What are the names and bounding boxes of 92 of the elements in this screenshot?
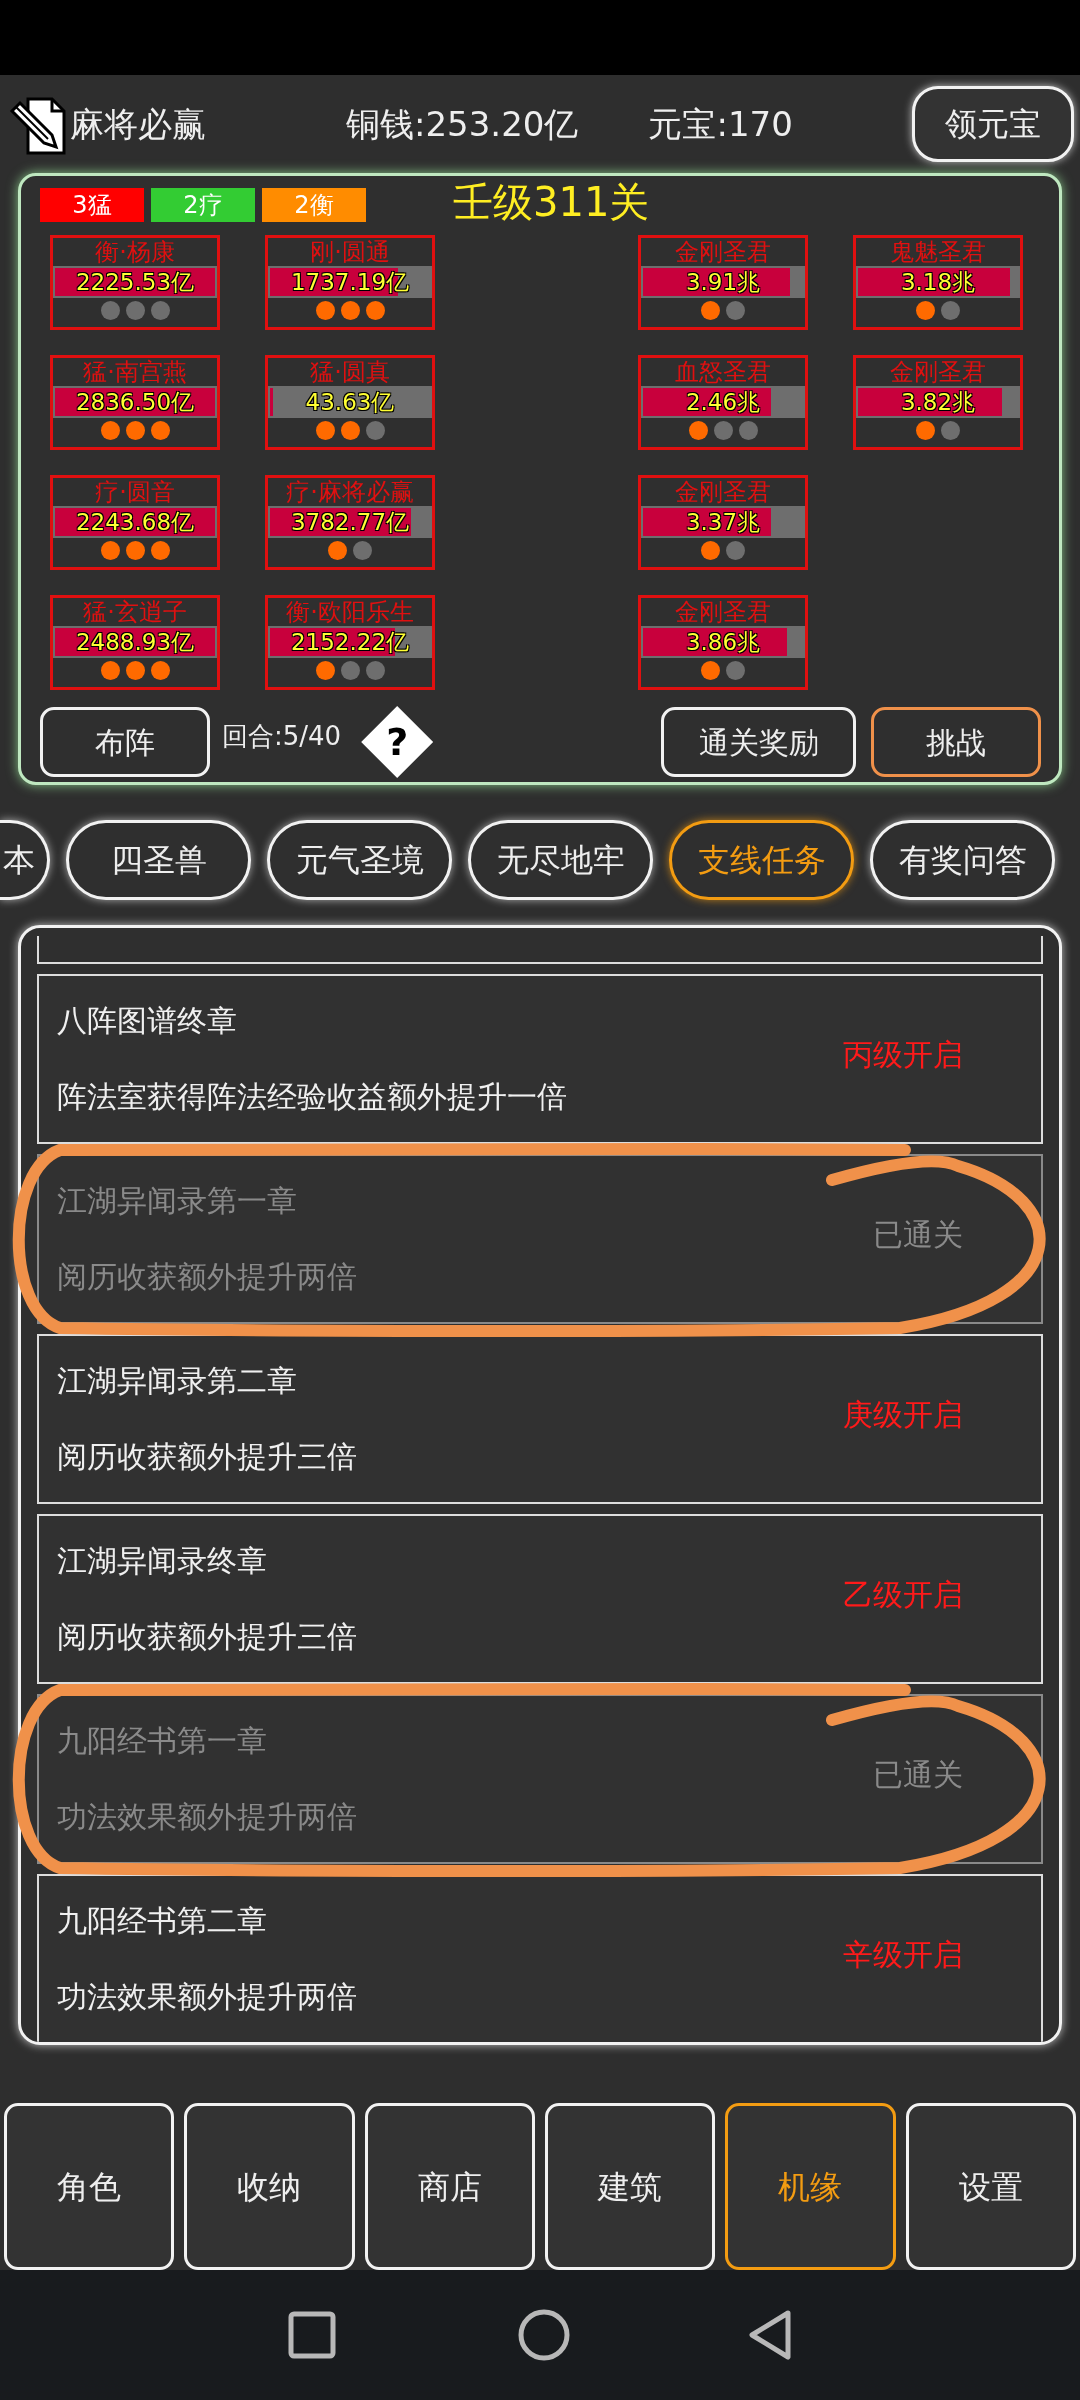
quest-card[interactable]: 江湖异闻录终章 阅历收获额外提升三倍 乙级开启 bbox=[37, 1514, 1043, 1684]
quest-description: 功法效果额外提升两倍 bbox=[57, 1978, 357, 2016]
challenge-button[interactable]: 挑战 bbox=[871, 707, 1041, 777]
quest-description: 功法效果额外提升两倍 bbox=[57, 1798, 357, 1836]
enemy-card[interactable]: 金刚圣君 3.91兆 bbox=[638, 235, 808, 330]
unit-name: 金刚圣君 bbox=[890, 358, 986, 386]
health-value: 3782.77亿 bbox=[289, 508, 411, 537]
unit-name: 猛·玄逍子 bbox=[83, 598, 187, 626]
unit-name: 刚·圆通 bbox=[310, 238, 390, 266]
nav-button[interactable]: 角色 bbox=[4, 2103, 175, 2270]
health-value: 2.46兆 bbox=[684, 388, 762, 417]
claim-ingot-button[interactable]: 领元宝 bbox=[912, 86, 1074, 162]
quest-description: 阅历收获额外提升三倍 bbox=[57, 1438, 357, 1476]
quest-title: 江湖异闻录第一章 bbox=[57, 1182, 298, 1220]
unit-name: 金刚圣君 bbox=[675, 598, 771, 626]
quest-status: 乙级开启 bbox=[843, 1575, 963, 1614]
unit-name: 猛·南宫燕 bbox=[83, 358, 187, 386]
quest-status: 庚级开启 bbox=[843, 1395, 963, 1434]
quest-status: 辛级开启 bbox=[843, 1935, 963, 1974]
health-value: 2836.50亿 bbox=[74, 388, 196, 417]
health-value: 3.91兆 bbox=[684, 268, 762, 297]
nav-button[interactable]: 机缘 bbox=[725, 2103, 896, 2270]
quest-title: 九阳经书第一章 bbox=[57, 1722, 268, 1760]
quest-card[interactable]: 九阳经书第二章 功法效果额外提升两倍 辛级开启 bbox=[37, 1874, 1043, 2042]
quest-card[interactable]: 江湖异闻录第二章 阅历收获额外提升三倍 庚级开启 bbox=[37, 1334, 1043, 1504]
unit-name: 金刚圣君 bbox=[675, 238, 771, 266]
category-tab[interactable]: 四圣兽 bbox=[66, 820, 251, 900]
quest-status: 丙级开启 bbox=[843, 1035, 963, 1074]
team-tag: 3猛 bbox=[40, 188, 144, 222]
category-tab[interactable]: 本 bbox=[0, 820, 50, 900]
copper-balance: 铜钱:253.20亿 bbox=[346, 102, 579, 146]
health-value: 43.63亿 bbox=[304, 388, 396, 417]
ally-card[interactable]: 猛·南宫燕 2836.50亿 bbox=[50, 355, 220, 450]
enemy-card[interactable]: 血怒圣君 2.46兆 bbox=[638, 355, 808, 450]
health-value: 2225.53亿 bbox=[74, 268, 196, 297]
quest-status: 已通关 bbox=[873, 1215, 963, 1254]
health-value: 2243.68亿 bbox=[74, 508, 196, 537]
health-value: 1737.19亿 bbox=[289, 268, 411, 297]
nav-button[interactable]: 商店 bbox=[364, 2103, 535, 2270]
quest-status: 已通关 bbox=[873, 1755, 963, 1794]
category-tab[interactable]: 有奖问答 bbox=[870, 820, 1055, 900]
ally-card[interactable]: 刚·圆通 1737.19亿 bbox=[265, 235, 435, 330]
quest-card[interactable]: 八阵图谱终章 阵法室获得阵法经验收益额外提升一倍 丙级开启 bbox=[37, 974, 1043, 1144]
quest-description: 阵法室获得阵法经验收益额外提升一倍 bbox=[57, 1078, 567, 1116]
unit-name: 疗·圆音 bbox=[95, 478, 175, 506]
health-value: 3.18兆 bbox=[899, 268, 977, 297]
unit-name: 猛·圆真 bbox=[310, 358, 390, 386]
nav-button[interactable]: 收纳 bbox=[184, 2103, 355, 2270]
quest-description: 阅历收获额外提升两倍 bbox=[57, 1258, 357, 1296]
category-tab[interactable]: 元气圣境 bbox=[267, 820, 452, 900]
unit-name: 疗·麻将必赢 bbox=[286, 478, 414, 506]
clear-reward-button[interactable]: 通关奖励 bbox=[661, 707, 856, 777]
team-tag: 2疗 bbox=[151, 188, 255, 222]
unit-name: 鬼魅圣君 bbox=[890, 238, 986, 266]
quest-title: 九阳经书第二章 bbox=[57, 1902, 268, 1940]
enemy-card[interactable]: 金刚圣君 3.86兆 bbox=[638, 595, 808, 690]
enemy-card[interactable]: 金刚圣君 3.37兆 bbox=[638, 475, 808, 570]
player-name: 麻将必赢 bbox=[70, 102, 206, 146]
unit-name: 衡·欧阳乐生 bbox=[286, 598, 414, 626]
recent-apps-icon[interactable] bbox=[288, 2311, 336, 2359]
ally-card[interactable]: 疗·圆音 2243.68亿 bbox=[50, 475, 220, 570]
unit-name: 衡·杨康 bbox=[95, 238, 175, 266]
quest-title: 八阵图谱终章 bbox=[57, 1002, 238, 1040]
nav-button[interactable]: 建筑 bbox=[545, 2103, 716, 2270]
category-tab[interactable]: 无尽地牢 bbox=[468, 820, 653, 900]
nav-button[interactable]: 设置 bbox=[905, 2103, 1076, 2270]
quest-description: 阅历收获额外提升三倍 bbox=[57, 1618, 357, 1656]
formation-button[interactable]: 布阵 bbox=[40, 707, 210, 777]
stage-title: 壬级311关 bbox=[453, 182, 650, 222]
ally-card[interactable]: 疗·麻将必赢 3782.77亿 bbox=[265, 475, 435, 570]
quest-card[interactable]: 九阳经书第一章 功法效果额外提升两倍 已通关 bbox=[37, 1694, 1043, 1864]
round-counter: 回合:5/40 bbox=[222, 719, 342, 753]
team-tag: 2衡 bbox=[262, 188, 366, 222]
category-tab[interactable]: 支线任务 bbox=[669, 820, 854, 900]
ally-card[interactable]: 衡·杨康 2225.53亿 bbox=[50, 235, 220, 330]
ally-card[interactable]: 猛·圆真 43.63亿 bbox=[265, 355, 435, 450]
quest-title: 江湖异闻录终章 bbox=[57, 1542, 268, 1580]
enemy-card[interactable]: 鬼魅圣君 3.18兆 bbox=[853, 235, 1023, 330]
health-value: 3.86兆 bbox=[684, 628, 762, 657]
unit-name: 金刚圣君 bbox=[675, 478, 771, 506]
quest-title: 江湖异闻录第二章 bbox=[57, 1362, 298, 1400]
quest-card[interactable]: 江湖异闻录第一章 阅历收获额外提升两倍 已通关 bbox=[37, 1154, 1043, 1324]
health-value: 3.37兆 bbox=[684, 508, 762, 537]
ingot-balance: 元宝:170 bbox=[648, 102, 793, 146]
enemy-card[interactable]: 金刚圣君 3.82兆 bbox=[853, 355, 1023, 450]
health-value: 2488.93亿 bbox=[74, 628, 196, 657]
unit-name: 血怒圣君 bbox=[675, 358, 771, 386]
health-value: 3.82兆 bbox=[899, 388, 977, 417]
back-icon[interactable] bbox=[748, 2309, 792, 2361]
help-button[interactable]: ? bbox=[361, 706, 434, 778]
home-icon[interactable] bbox=[518, 2309, 570, 2361]
ally-card[interactable]: 猛·玄逍子 2488.93亿 bbox=[50, 595, 220, 690]
